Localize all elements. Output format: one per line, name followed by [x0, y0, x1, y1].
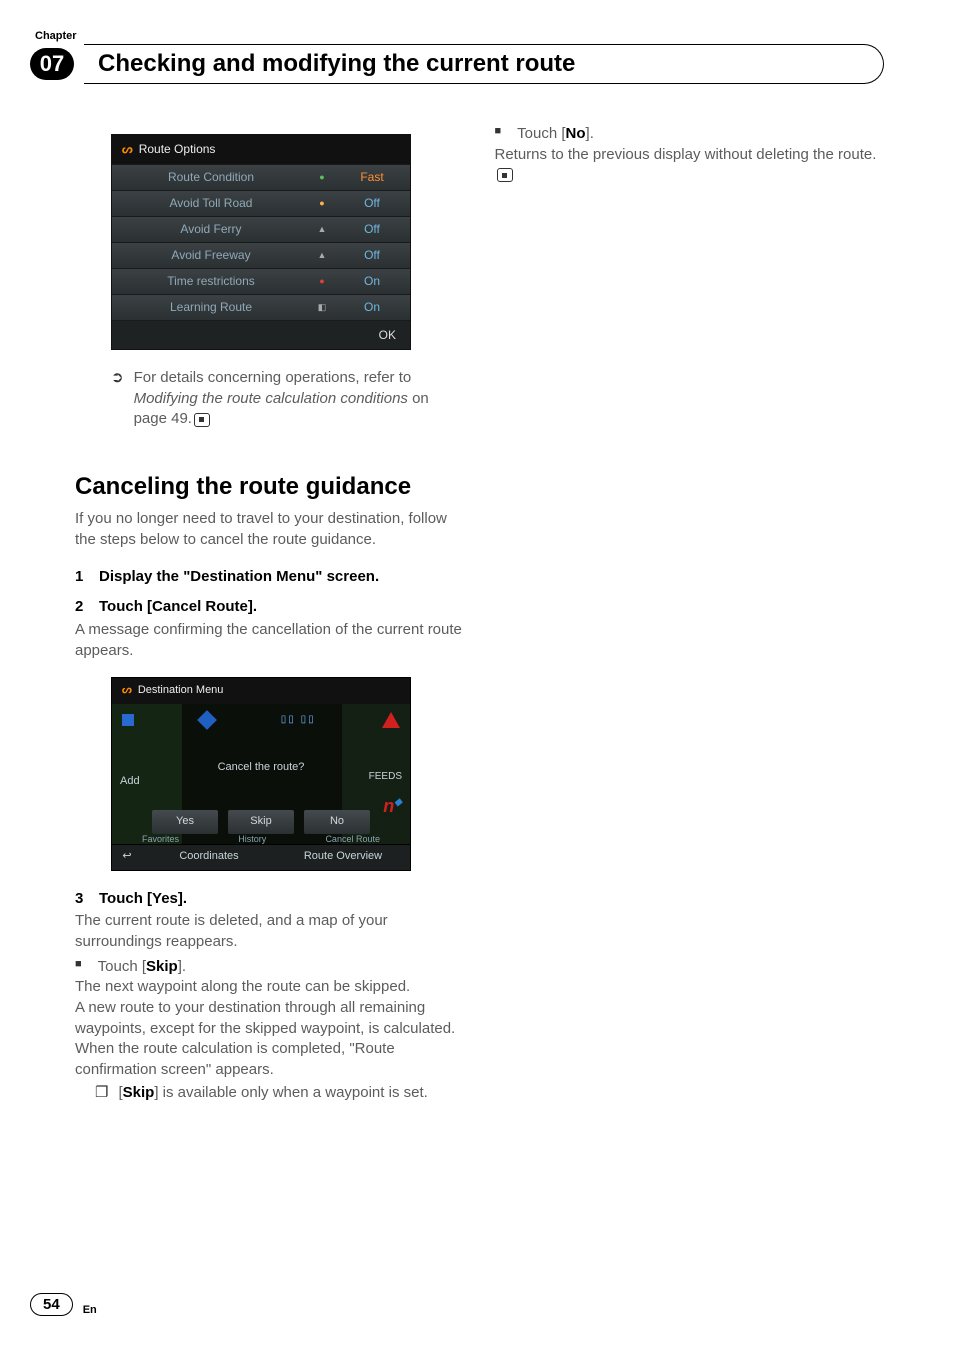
- section-heading: Canceling the route guidance: [75, 470, 465, 503]
- route-option-icon: ●: [302, 171, 342, 183]
- tile-icon: ▯▯ ▯▯: [281, 713, 316, 727]
- step-3-result: The current route is deleted, and a map …: [75, 911, 465, 952]
- destination-menu-title: Destination Menu: [138, 683, 224, 698]
- route-option-icon: ●: [302, 275, 342, 287]
- side-label-add: Add: [120, 774, 140, 789]
- route-option-value: On: [342, 299, 402, 316]
- square-bullet-icon: ■: [495, 124, 502, 145]
- route-option-icon: ▲: [302, 223, 342, 235]
- route-option-row: Learning Route◧On: [112, 294, 410, 320]
- footer-history: History: [238, 833, 266, 845]
- route-option-icon: ◧: [302, 301, 342, 313]
- section-intro: If you no longer need to travel to your …: [75, 509, 465, 550]
- step-2-result: A message confirming the cancellation of…: [75, 620, 465, 661]
- footer-route-overview: Route Overview: [276, 849, 410, 864]
- page-number: 54: [30, 1293, 73, 1316]
- footer-coordinates: Coordinates: [142, 849, 276, 864]
- route-option-row: Avoid Freeway▲Off: [112, 242, 410, 268]
- square-bullet-icon: ■: [75, 957, 82, 978]
- compass-icon: n◆: [383, 794, 402, 819]
- route-option-value: Off: [342, 247, 402, 264]
- route-option-row: Avoid Toll Road●Off: [112, 190, 410, 216]
- route-options-title: Route Options: [139, 141, 216, 158]
- skip-paragraph-2: A new route to your destination through …: [75, 998, 465, 1039]
- skip-paragraph-1: The next waypoint along the route can be…: [75, 977, 465, 998]
- route-option-label: Avoid Toll Road: [120, 195, 302, 212]
- ok-button: OK: [379, 327, 396, 344]
- route-option-value: Fast: [342, 169, 402, 186]
- route-option-label: Avoid Freeway: [120, 247, 302, 264]
- no-result-paragraph: Returns to the previous display without …: [495, 145, 885, 186]
- no-button: No: [304, 810, 370, 833]
- touch-no-line: Touch [No].: [517, 124, 594, 145]
- chapter-title: Checking and modifying the current route: [98, 50, 575, 78]
- route-options-screenshot: ᔕ Route Options Route Condition●FastAvoi…: [111, 134, 411, 350]
- skip-button: Skip: [228, 810, 294, 833]
- footer-favorites: Favorites: [142, 833, 179, 845]
- reference-note: For details concerning operations, refer…: [134, 368, 465, 430]
- step-2: 2Touch [Cancel Route].: [75, 597, 465, 618]
- tile-icon: [197, 710, 217, 730]
- touch-skip-line: Touch [Skip].: [98, 957, 186, 978]
- skip-paragraph-3: When the route calculation is completed,…: [75, 1039, 465, 1080]
- end-of-section-icon: [194, 413, 210, 427]
- route-option-label: Avoid Ferry: [120, 221, 302, 238]
- yes-button: Yes: [152, 810, 218, 833]
- route-option-label: Learning Route: [120, 299, 302, 316]
- note-icon: ❐: [95, 1083, 108, 1104]
- route-option-value: On: [342, 273, 402, 290]
- route-option-row: Avoid Ferry▲Off: [112, 216, 410, 242]
- page-language: En: [83, 1304, 97, 1316]
- route-option-icon: ●: [302, 197, 342, 209]
- chapter-number-badge: 07: [30, 48, 74, 80]
- route-option-row: Route Condition●Fast: [112, 164, 410, 190]
- route-option-value: Off: [342, 195, 402, 212]
- chapter-title-frame: Checking and modifying the current route: [84, 44, 884, 84]
- reference-arrow-icon: ➲: [111, 368, 124, 430]
- destination-menu-screenshot: ᔕ Destination Menu ▯▯ ▯▯ Add FEEDS n◆ Ca…: [111, 677, 411, 870]
- skip-availability-note: [Skip] is available only when a waypoint…: [118, 1083, 427, 1104]
- footer-cancel-route: Cancel Route: [325, 833, 380, 845]
- route-option-icon: ▲: [302, 249, 342, 261]
- warning-triangle-icon: [382, 712, 400, 728]
- route-option-label: Route Condition: [120, 169, 302, 186]
- step-1: 1Display the "Destination Menu" screen.: [75, 567, 465, 588]
- back-arrow-icon: ↩: [112, 849, 142, 864]
- modal-prompt: Cancel the route?: [112, 760, 410, 775]
- route-option-value: Off: [342, 221, 402, 238]
- back-icon: ᔕ: [122, 683, 132, 698]
- route-option-label: Time restrictions: [120, 273, 302, 290]
- end-of-section-icon: [497, 168, 513, 182]
- step-3: 3Touch [Yes].: [75, 889, 465, 910]
- back-icon: ᔕ: [122, 141, 133, 158]
- tile-icon: [122, 714, 134, 726]
- chapter-label: Chapter: [35, 30, 884, 42]
- route-option-row: Time restrictions●On: [112, 268, 410, 294]
